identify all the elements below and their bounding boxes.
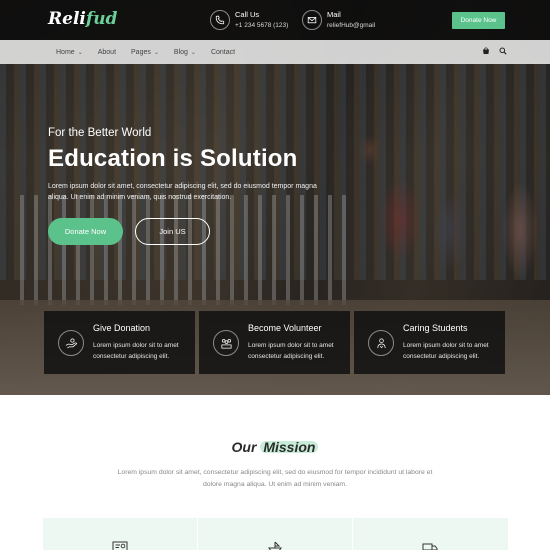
call-us-number: +1 234 5678 (123) <box>235 22 289 29</box>
call-us-label: Call Us <box>235 10 260 19</box>
site-logo[interactable]: Relifud <box>48 9 117 29</box>
volunteer-team-icon <box>213 330 239 356</box>
feature-card-donation[interactable]: Give Donation Lorem ipsum dolor sit to a… <box>44 311 195 374</box>
donation-hands-icon <box>58 330 84 356</box>
certificate-icon <box>112 541 128 550</box>
chevron-down-icon: ⌄ <box>190 49 196 56</box>
mail-label: Mail <box>327 10 341 19</box>
nav-item-label: Contact <box>210 48 236 56</box>
feature-description: Lorem ipsum dolor sit to amet consectetu… <box>93 342 179 360</box>
feature-description: Lorem ipsum dolor sit to amet consectetu… <box>403 342 489 360</box>
truck-icon <box>422 543 438 550</box>
logo-text-accent: fud <box>85 9 118 29</box>
chevron-down-icon: ⌄ <box>153 49 159 56</box>
mail-contact[interactable]: Mail reliefHub@gmail <box>302 9 375 31</box>
chevron-down-icon: ⌄ <box>77 49 83 56</box>
boat-icon <box>268 541 282 550</box>
hero-donate-button[interactable]: Donate Now <box>48 218 123 245</box>
feature-title: Give Donation <box>93 323 151 333</box>
mission-heading: Our Mission <box>0 439 550 455</box>
top-header: Relifud Call Us +1 234 5678 (123) Mail r… <box>0 0 550 40</box>
nav-item-blog[interactable]: Blog ⌄ <box>174 49 196 56</box>
feature-description: Lorem ipsum dolor sit to amet consectetu… <box>248 342 334 360</box>
feature-card-students[interactable]: Caring Students Lorem ipsum dolor sit to… <box>354 311 505 374</box>
nav-item-contact[interactable]: Contact <box>211 49 235 56</box>
feature-title: Caring Students <box>403 323 468 333</box>
caring-person-icon <box>368 330 394 356</box>
hero-description: Lorem ipsum dolor sit amet, consectetur … <box>48 183 317 201</box>
mission-card[interactable] <box>353 518 508 550</box>
nav-item-label: About <box>97 48 117 56</box>
logo-text-main: Reli <box>48 9 86 29</box>
mission-cards <box>43 518 508 550</box>
nav-item-label: Pages <box>131 48 151 56</box>
hero-kicker: For the Better World <box>48 127 152 139</box>
hero-headline: Education is Solution <box>48 145 298 172</box>
feature-card-volunteer[interactable]: Become Volunteer Lorem ipsum dolor sit t… <box>199 311 350 374</box>
nav-item-home[interactable]: Home ⌄ <box>56 49 83 56</box>
mission-heading-part2: Mission <box>263 439 316 455</box>
nav-item-label: Blog <box>173 48 188 56</box>
call-us-contact[interactable]: Call Us +1 234 5678 (123) <box>210 9 288 31</box>
mail-icon <box>302 10 322 30</box>
hero-join-button[interactable]: Join US <box>135 218 210 245</box>
header-donate-button[interactable]: Donate Now <box>452 12 505 29</box>
mail-address: reliefHub@gmail <box>327 22 376 29</box>
feature-title: Become Volunteer <box>248 323 322 333</box>
mission-heading-highlight: Mission <box>260 439 319 455</box>
mission-card[interactable] <box>198 518 353 550</box>
mission-card[interactable] <box>43 518 198 550</box>
nav-item-about[interactable]: About <box>98 49 116 56</box>
main-navigation: Home ⌄ About Pages ⌄ Blog ⌄ Contact <box>0 40 550 64</box>
mission-heading-part1: Our <box>231 439 257 455</box>
search-icon[interactable] <box>499 47 507 55</box>
phone-icon <box>210 10 230 30</box>
mission-description: Lorem ipsum dolor sit amet, consectetur … <box>117 469 433 488</box>
nav-item-pages[interactable]: Pages ⌄ <box>131 49 159 56</box>
nav-item-label: Home <box>56 48 75 56</box>
cart-icon[interactable] <box>482 47 490 55</box>
